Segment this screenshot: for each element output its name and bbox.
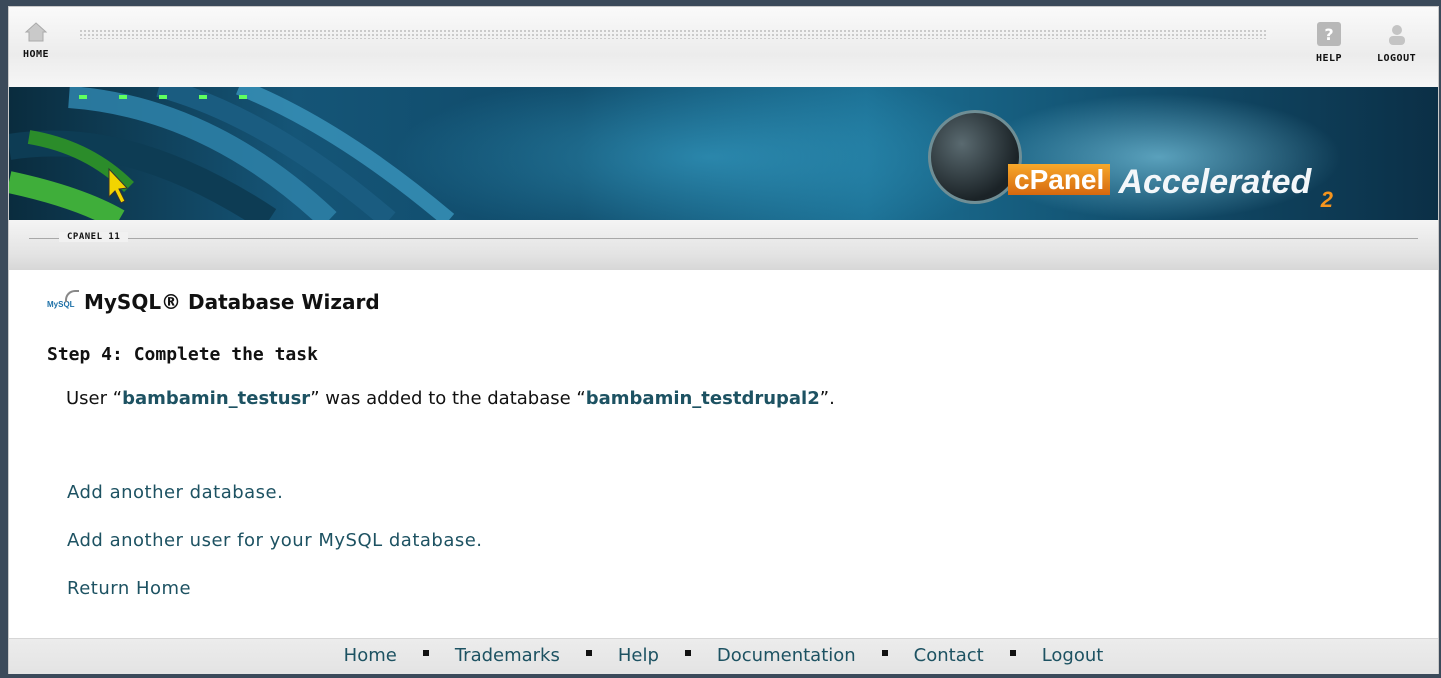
- add-another-user-link[interactable]: Add another user for your MySQL database…: [67, 530, 483, 551]
- mysql-icon: MySQL: [47, 290, 79, 309]
- home-button[interactable]: HOME: [23, 21, 49, 60]
- cpanel-logo: cPanel Accelerated 2: [928, 105, 1368, 215]
- footer-home-link[interactable]: Home: [344, 645, 397, 666]
- cpanel-logo-text: cPanel Accelerated 2: [1008, 163, 1333, 213]
- add-another-database-link[interactable]: Add another database.: [67, 482, 283, 503]
- help-icon: ?: [1317, 22, 1342, 46]
- page: HOME ? HELP LOGOUT cPanel Accelerated 2 …: [8, 6, 1439, 674]
- top-nav-bar: HOME ? HELP LOGOUT: [9, 7, 1438, 87]
- message-middle: ” was added to the database “: [310, 388, 586, 409]
- message-database: bambamin_testdrupal2: [585, 388, 820, 409]
- help-label: HELP: [1316, 53, 1343, 64]
- logo-tagline: Accelerated: [1118, 163, 1312, 201]
- footer-separator: [1009, 650, 1016, 656]
- return-home-link[interactable]: Return Home: [67, 578, 191, 599]
- footer-trademarks-link[interactable]: Trademarks: [455, 645, 560, 666]
- browser-frame: HOME ? HELP LOGOUT cPanel Accelerated 2 …: [0, 0, 1441, 678]
- header-banner: cPanel Accelerated 2: [9, 87, 1438, 220]
- logo-suffix: 2: [1320, 187, 1333, 212]
- footer-links: Home Trademarks Help Documentation Contact Lo…: [9, 645, 1438, 666]
- footer-contact-link[interactable]: Contact: [914, 645, 984, 666]
- footer-separator: [422, 650, 429, 656]
- section-tag: CPANEL 11: [59, 232, 129, 242]
- page-title: MySQL MySQL® Database Wizard: [47, 290, 380, 314]
- message-prefix: User “: [66, 388, 123, 409]
- status-message: User “bambamin_testusr” was added to the…: [66, 388, 835, 409]
- section-header: CPANEL 11: [9, 220, 1438, 270]
- home-icon: [24, 22, 48, 42]
- logo-name: cPanel: [1008, 164, 1111, 195]
- section-divider: [29, 238, 1418, 239]
- logout-button[interactable]: LOGOUT: [1377, 21, 1416, 64]
- page-title-text: MySQL® Database Wizard: [83, 290, 380, 314]
- step-heading: Step 4: Complete the task: [47, 344, 318, 365]
- message-suffix: ”.: [819, 388, 835, 409]
- footer-logout-link[interactable]: Logout: [1042, 645, 1104, 666]
- footer-documentation-link[interactable]: Documentation: [717, 645, 856, 666]
- footer-separator: [585, 650, 592, 656]
- logout-icon: [1388, 25, 1405, 45]
- network-cables-image: [9, 87, 455, 220]
- main-content: MySQL MySQL® Database Wizard Step 4: Com…: [9, 270, 1438, 638]
- footer-separator: [684, 650, 691, 656]
- home-label: HOME: [23, 49, 50, 60]
- dotted-divider: [79, 29, 1268, 39]
- message-user: bambamin_testusr: [122, 388, 311, 409]
- footer-separator: [881, 650, 888, 656]
- footer-help-link[interactable]: Help: [618, 645, 659, 666]
- footer: Home Trademarks Help Documentation Contact Lo…: [9, 638, 1438, 674]
- svg-text:?: ?: [1324, 25, 1333, 44]
- logout-label: LOGOUT: [1377, 53, 1417, 64]
- help-button[interactable]: ? HELP: [1316, 21, 1342, 64]
